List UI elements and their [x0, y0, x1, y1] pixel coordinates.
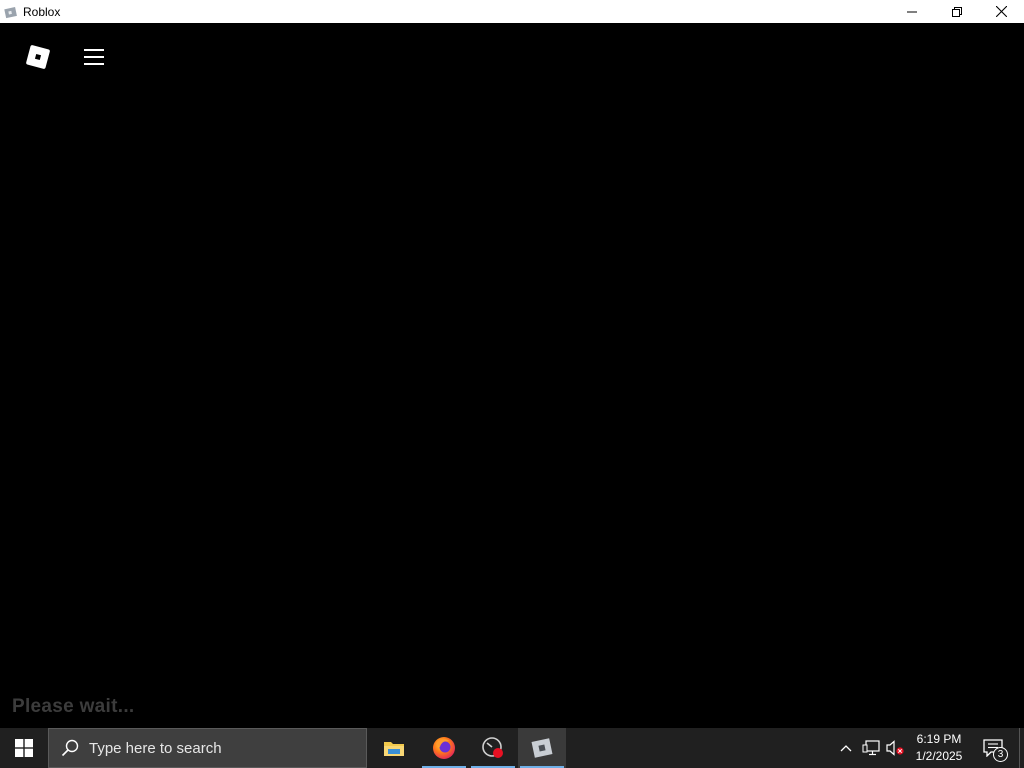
- restore-icon: [951, 6, 962, 17]
- clock-time: 6:19 PM: [916, 732, 962, 746]
- roblox-logo-icon[interactable]: [26, 45, 50, 69]
- taskbar-app-recorder[interactable]: [469, 728, 517, 768]
- restore-button[interactable]: [934, 0, 979, 23]
- show-hidden-icons-button[interactable]: [836, 728, 856, 768]
- action-center-button[interactable]: 3: [976, 728, 1010, 768]
- chevron-up-icon: [840, 745, 852, 752]
- roblox-icon: [3, 4, 19, 20]
- close-button[interactable]: [979, 0, 1024, 23]
- firefox-icon: [433, 737, 455, 759]
- window-title: Roblox: [23, 4, 61, 19]
- windows-start-icon: [15, 739, 33, 757]
- start-button[interactable]: [0, 728, 48, 768]
- loading-text: Please wait...: [12, 696, 135, 717]
- network-button[interactable]: [860, 728, 882, 768]
- roblox-icon: [531, 738, 553, 758]
- speedometer-record-icon: [482, 737, 503, 758]
- volume-button[interactable]: [884, 728, 906, 768]
- hamburger-menu-icon[interactable]: [83, 47, 105, 67]
- taskbar-app-firefox[interactable]: [420, 728, 468, 768]
- show-desktop-button[interactable]: [1019, 728, 1024, 768]
- taskbar-app-file-explorer[interactable]: [370, 728, 418, 768]
- close-icon: [996, 6, 1007, 17]
- network-icon: [862, 740, 880, 756]
- window-controls: [889, 0, 1024, 23]
- taskbar-app-roblox[interactable]: [518, 728, 566, 768]
- notification-count-badge: 3: [993, 747, 1008, 762]
- search-input[interactable]: Type here to search: [48, 728, 367, 768]
- volume-muted-icon: [886, 740, 904, 756]
- game-viewport[interactable]: Please wait...: [0, 23, 1024, 728]
- search-placeholder: Type here to search: [89, 739, 222, 757]
- clock-date: 1/2/2025: [915, 749, 963, 763]
- taskbar: Type here to search 6:19 PM 1/2/2025 3: [0, 728, 1024, 768]
- minimize-button[interactable]: [889, 0, 934, 23]
- search-icon: [61, 739, 79, 757]
- window-titlebar[interactable]: Roblox: [0, 0, 1024, 23]
- minimize-icon: [906, 11, 917, 12]
- folder-icon: [384, 742, 404, 756]
- taskbar-clock[interactable]: 6:19 PM 1/2/2025: [908, 728, 970, 768]
